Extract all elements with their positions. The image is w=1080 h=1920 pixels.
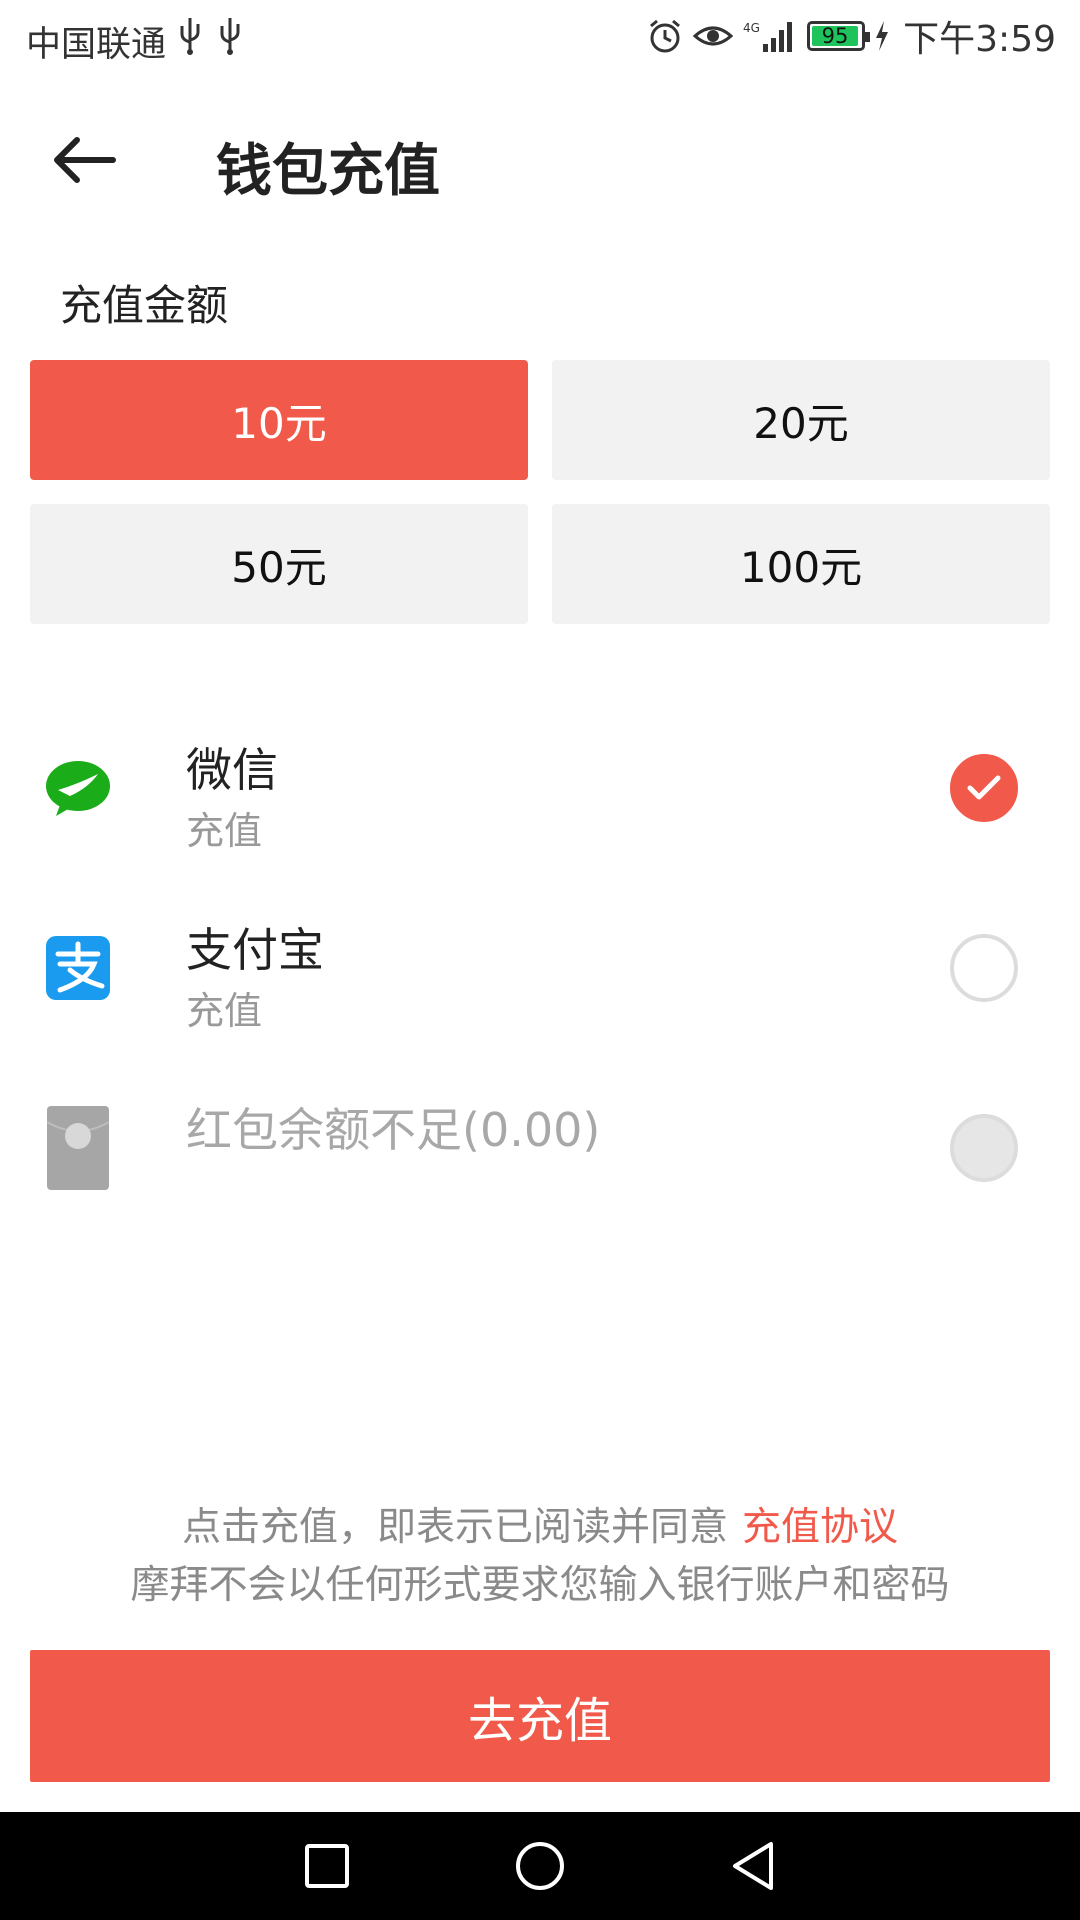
radio-checked[interactable] (950, 754, 1018, 822)
payment-name: 支付宝 (186, 923, 324, 977)
charging-icon (876, 21, 889, 51)
payment-subtitle: 充值 (186, 809, 263, 853)
check-icon (967, 775, 1001, 800)
usb-indicators (178, 16, 242, 56)
amount-option-20[interactable]: 20元 (552, 360, 1050, 480)
alipay-icon (44, 928, 112, 1008)
back-button[interactable] (40, 120, 128, 200)
app-header: 钱包充值 (0, 100, 1080, 220)
carrier-name: 中国联通 (26, 25, 167, 65)
battery-icon: 95 (807, 21, 871, 51)
circle-icon (515, 1842, 564, 1890)
eye-icon (693, 26, 734, 46)
status-right: 4G 95 下午3:59 (647, 14, 1056, 60)
back-nav-button[interactable] (713, 1826, 793, 1906)
radio-unchecked[interactable] (950, 934, 1018, 1002)
payment-name: 红包余额不足(0.00) (186, 1103, 601, 1157)
payment-option-alipay[interactable]: 支付宝 充值 (0, 888, 1080, 1048)
arrow-left-icon (54, 137, 116, 183)
amount-label: 充值金额 (60, 281, 229, 330)
red-packet-icon (44, 1106, 112, 1190)
radio-disabled (950, 1114, 1018, 1182)
agreement-link[interactable]: 充值协议 (742, 1505, 898, 1550)
payment-option-red-packet: 红包余额不足(0.00) (0, 1068, 1080, 1228)
usb-icon (180, 18, 200, 55)
payment-subtitle: 充值 (186, 989, 263, 1033)
amount-options: 10元 20元 50元 100元 (30, 360, 1050, 624)
alarm-icon (650, 19, 681, 53)
status-bar: 中国联通 4G 95 下午3:59 (0, 0, 1080, 74)
system-nav-bar (0, 1812, 1080, 1920)
wechat-icon (44, 748, 112, 828)
home-button[interactable] (500, 1826, 580, 1906)
agreement-prefix: 点击充值，即表示已阅读并同意 (181, 1505, 728, 1550)
battery-level: 95 (812, 24, 858, 48)
amount-option-100[interactable]: 100元 (552, 504, 1050, 624)
svg-text:4G: 4G (743, 21, 760, 35)
clock: 下午3:59 (903, 19, 1056, 60)
payment-option-wechat[interactable]: 微信 充值 (0, 708, 1080, 868)
amount-option-10[interactable]: 10元 (30, 360, 528, 480)
signal-icon: 4G (743, 21, 793, 52)
amount-option-50[interactable]: 50元 (30, 504, 528, 624)
triangle-back-icon (733, 1842, 774, 1890)
page-title: 钱包充值 (216, 139, 440, 204)
security-notice: 摩拜不会以任何形式要求您输入银行账户和密码 (130, 1563, 950, 1608)
square-icon (304, 1844, 349, 1888)
recharge-button[interactable]: 去充值 (30, 1650, 1050, 1782)
recent-apps-button[interactable] (287, 1826, 367, 1906)
payment-name: 微信 (186, 743, 278, 797)
usb-icon (220, 18, 240, 55)
agreement-text: 点击充值，即表示已阅读并同意 充值协议 (0, 1496, 1080, 1552)
